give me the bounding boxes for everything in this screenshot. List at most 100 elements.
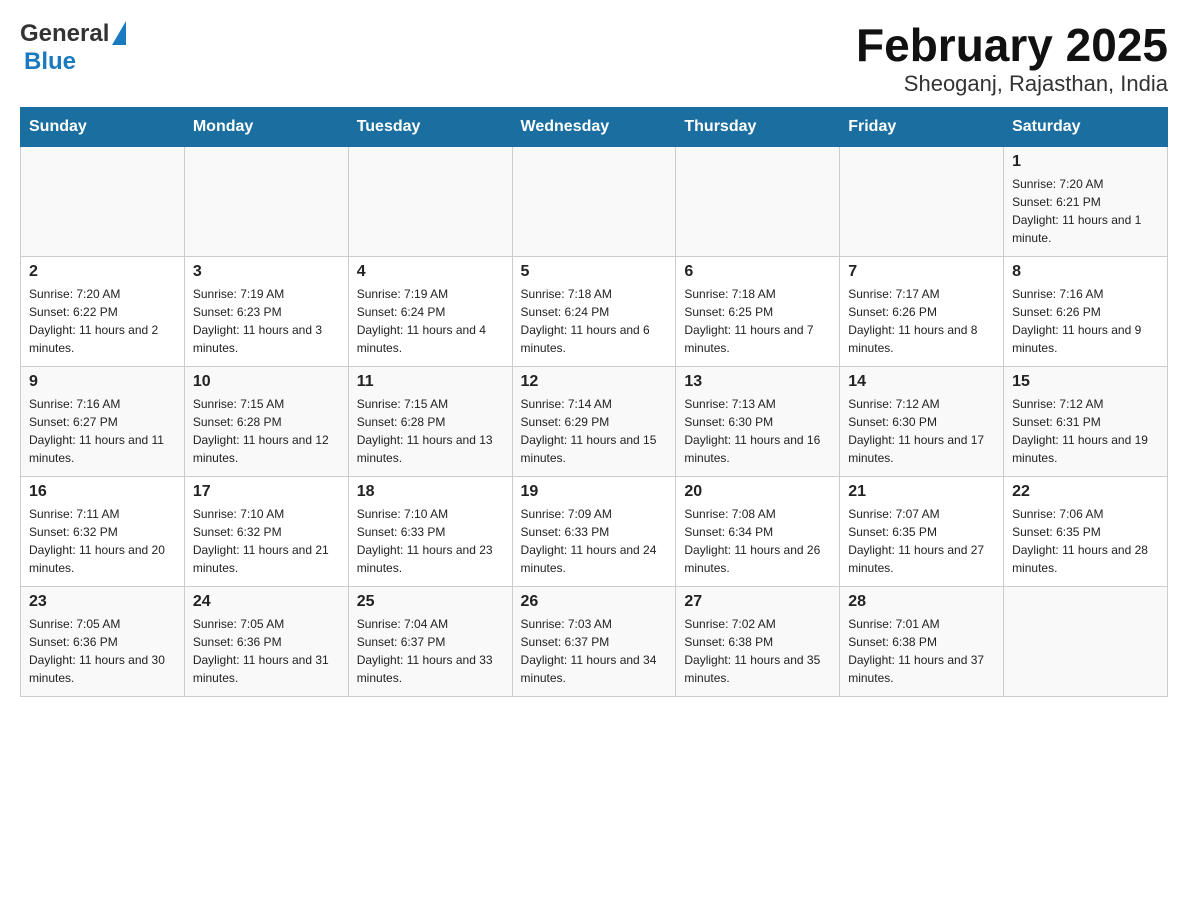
day-number: 10 (193, 373, 340, 391)
day-number: 24 (193, 593, 340, 611)
sun-info: Sunrise: 7:18 AMSunset: 6:24 PMDaylight:… (521, 285, 668, 357)
day-number: 27 (684, 593, 831, 611)
calendar-cell: 10Sunrise: 7:15 AMSunset: 6:28 PMDayligh… (184, 366, 348, 476)
weekday-header-sunday: Sunday (21, 107, 185, 146)
sun-info: Sunrise: 7:03 AMSunset: 6:37 PMDaylight:… (521, 615, 668, 687)
day-number: 17 (193, 483, 340, 501)
day-number: 8 (1012, 263, 1159, 281)
calendar-cell (348, 146, 512, 256)
day-number: 12 (521, 373, 668, 391)
day-number: 1 (1012, 153, 1159, 171)
calendar-cell: 1 Sunrise: 7:20 AMSunset: 6:21 PMDaylight… (1004, 146, 1168, 256)
day-number: 11 (357, 373, 504, 391)
day-number: 13 (684, 373, 831, 391)
sun-info: Sunrise: 7:19 AMSunset: 6:23 PMDaylight:… (193, 285, 340, 357)
sun-info: Sunrise: 7:08 AMSunset: 6:34 PMDaylight:… (684, 505, 831, 577)
calendar-cell (21, 146, 185, 256)
calendar-cell: 27 Sunrise: 7:02 AMSunset: 6:38 PMDayligh… (676, 586, 840, 696)
calendar-cell: 12 Sunrise: 7:14 AMSunset: 6:29 PMDayligh… (512, 366, 676, 476)
calendar-cell: 24 Sunrise: 7:05 AMSunset: 6:36 PMDayligh… (184, 586, 348, 696)
day-number: 21 (848, 483, 995, 501)
day-number: 6 (684, 263, 831, 281)
weekday-header-friday: Friday (840, 107, 1004, 146)
sun-info: Sunrise: 7:19 AMSunset: 6:24 PMDaylight:… (357, 285, 504, 357)
day-number: 19 (521, 483, 668, 501)
calendar-cell: 19 Sunrise: 7:09 AMSunset: 6:33 PMDayligh… (512, 476, 676, 586)
page-subtitle: Sheoganj, Rajasthan, India (856, 71, 1168, 97)
calendar-cell: 6 Sunrise: 7:18 AMSunset: 6:25 PMDaylight… (676, 256, 840, 366)
day-number: 16 (29, 483, 176, 501)
calendar-week-4: 16 Sunrise: 7:11 AMSunset: 6:32 PMDayligh… (21, 476, 1168, 586)
sun-info: Sunrise: 7:05 AMSunset: 6:36 PMDaylight:… (193, 615, 340, 687)
calendar-cell (184, 146, 348, 256)
day-number: 3 (193, 263, 340, 281)
sun-info: Sunrise: 7:10 AMSunset: 6:32 PMDaylight:… (193, 505, 340, 577)
calendar-cell: 20 Sunrise: 7:08 AMSunset: 6:34 PMDayligh… (676, 476, 840, 586)
logo-general-text: General (20, 20, 109, 48)
day-number: 14 (848, 373, 995, 391)
day-number: 23 (29, 593, 176, 611)
sun-info: Sunrise: 7:07 AMSunset: 6:35 PMDaylight:… (848, 505, 995, 577)
calendar-cell: 3 Sunrise: 7:19 AMSunset: 6:23 PMDaylight… (184, 256, 348, 366)
day-number: 26 (521, 593, 668, 611)
weekday-header-saturday: Saturday (1004, 107, 1168, 146)
sun-info: Sunrise: 7:02 AMSunset: 6:38 PMDaylight:… (684, 615, 831, 687)
calendar-cell: 25 Sunrise: 7:04 AMSunset: 6:37 PMDayligh… (348, 586, 512, 696)
calendar-cell: 18 Sunrise: 7:10 AMSunset: 6:33 PMDayligh… (348, 476, 512, 586)
calendar-week-5: 23 Sunrise: 7:05 AMSunset: 6:36 PMDayligh… (21, 586, 1168, 696)
calendar-cell: 4 Sunrise: 7:19 AMSunset: 6:24 PMDaylight… (348, 256, 512, 366)
day-number: 15 (1012, 373, 1159, 391)
calendar-cell: 5Sunrise: 7:18 AMSunset: 6:24 PMDaylight… (512, 256, 676, 366)
day-number: 18 (357, 483, 504, 501)
header-row: SundayMondayTuesdayWednesdayThursdayFrid… (21, 107, 1168, 146)
calendar-week-3: 9 Sunrise: 7:16 AMSunset: 6:27 PMDaylight… (21, 366, 1168, 476)
calendar-week-2: 2Sunrise: 7:20 AMSunset: 6:22 PMDaylight… (21, 256, 1168, 366)
sun-info: Sunrise: 7:01 AMSunset: 6:38 PMDaylight:… (848, 615, 995, 687)
day-number: 2 (29, 263, 176, 281)
day-number: 9 (29, 373, 176, 391)
logo-triangle-icon (112, 21, 126, 45)
day-number: 25 (357, 593, 504, 611)
sun-info: Sunrise: 7:06 AMSunset: 6:35 PMDaylight:… (1012, 505, 1159, 577)
day-number: 7 (848, 263, 995, 281)
sun-info: Sunrise: 7:13 AMSunset: 6:30 PMDaylight:… (684, 395, 831, 467)
calendar-cell: 2Sunrise: 7:20 AMSunset: 6:22 PMDaylight… (21, 256, 185, 366)
calendar-table: SundayMondayTuesdayWednesdayThursdayFrid… (20, 107, 1168, 697)
sun-info: Sunrise: 7:15 AMSunset: 6:28 PMDaylight:… (357, 395, 504, 467)
sun-info: Sunrise: 7:17 AMSunset: 6:26 PMDaylight:… (848, 285, 995, 357)
calendar-cell: 22Sunrise: 7:06 AMSunset: 6:35 PMDayligh… (1004, 476, 1168, 586)
day-number: 4 (357, 263, 504, 281)
logo: General Blue (20, 20, 126, 76)
sun-info: Sunrise: 7:20 AMSunset: 6:21 PMDaylight:… (1012, 175, 1159, 247)
calendar-cell: 21 Sunrise: 7:07 AMSunset: 6:35 PMDayligh… (840, 476, 1004, 586)
calendar-cell: 9 Sunrise: 7:16 AMSunset: 6:27 PMDaylight… (21, 366, 185, 476)
calendar-cell (512, 146, 676, 256)
calendar-week-1: 1 Sunrise: 7:20 AMSunset: 6:21 PMDaylight… (21, 146, 1168, 256)
sun-info: Sunrise: 7:16 AMSunset: 6:26 PMDaylight:… (1012, 285, 1159, 357)
calendar-cell: 17 Sunrise: 7:10 AMSunset: 6:32 PMDayligh… (184, 476, 348, 586)
calendar-cell: 28Sunrise: 7:01 AMSunset: 6:38 PMDayligh… (840, 586, 1004, 696)
calendar-cell: 16 Sunrise: 7:11 AMSunset: 6:32 PMDayligh… (21, 476, 185, 586)
calendar-cell: 11 Sunrise: 7:15 AMSunset: 6:28 PMDayligh… (348, 366, 512, 476)
sun-info: Sunrise: 7:11 AMSunset: 6:32 PMDaylight:… (29, 505, 176, 577)
calendar-cell: 14 Sunrise: 7:12 AMSunset: 6:30 PMDayligh… (840, 366, 1004, 476)
calendar-cell (676, 146, 840, 256)
sun-info: Sunrise: 7:16 AMSunset: 6:27 PMDaylight:… (29, 395, 176, 467)
calendar-cell (1004, 586, 1168, 696)
calendar-cell: 8 Sunrise: 7:16 AMSunset: 6:26 PMDaylight… (1004, 256, 1168, 366)
weekday-header-tuesday: Tuesday (348, 107, 512, 146)
sun-info: Sunrise: 7:12 AMSunset: 6:31 PMDaylight:… (1012, 395, 1159, 467)
weekday-header-thursday: Thursday (676, 107, 840, 146)
sun-info: Sunrise: 7:04 AMSunset: 6:37 PMDaylight:… (357, 615, 504, 687)
sun-info: Sunrise: 7:14 AMSunset: 6:29 PMDaylight:… (521, 395, 668, 467)
sun-info: Sunrise: 7:12 AMSunset: 6:30 PMDaylight:… (848, 395, 995, 467)
sun-info: Sunrise: 7:18 AMSunset: 6:25 PMDaylight:… (684, 285, 831, 357)
day-number: 20 (684, 483, 831, 501)
calendar-cell: 13 Sunrise: 7:13 AMSunset: 6:30 PMDayligh… (676, 366, 840, 476)
sun-info: Sunrise: 7:10 AMSunset: 6:33 PMDaylight:… (357, 505, 504, 577)
calendar-cell: 26 Sunrise: 7:03 AMSunset: 6:37 PMDayligh… (512, 586, 676, 696)
page-title: February 2025 (856, 20, 1168, 71)
calendar-cell: 15 Sunrise: 7:12 AMSunset: 6:31 PMDayligh… (1004, 366, 1168, 476)
weekday-header-monday: Monday (184, 107, 348, 146)
sun-info: Sunrise: 7:09 AMSunset: 6:33 PMDaylight:… (521, 505, 668, 577)
